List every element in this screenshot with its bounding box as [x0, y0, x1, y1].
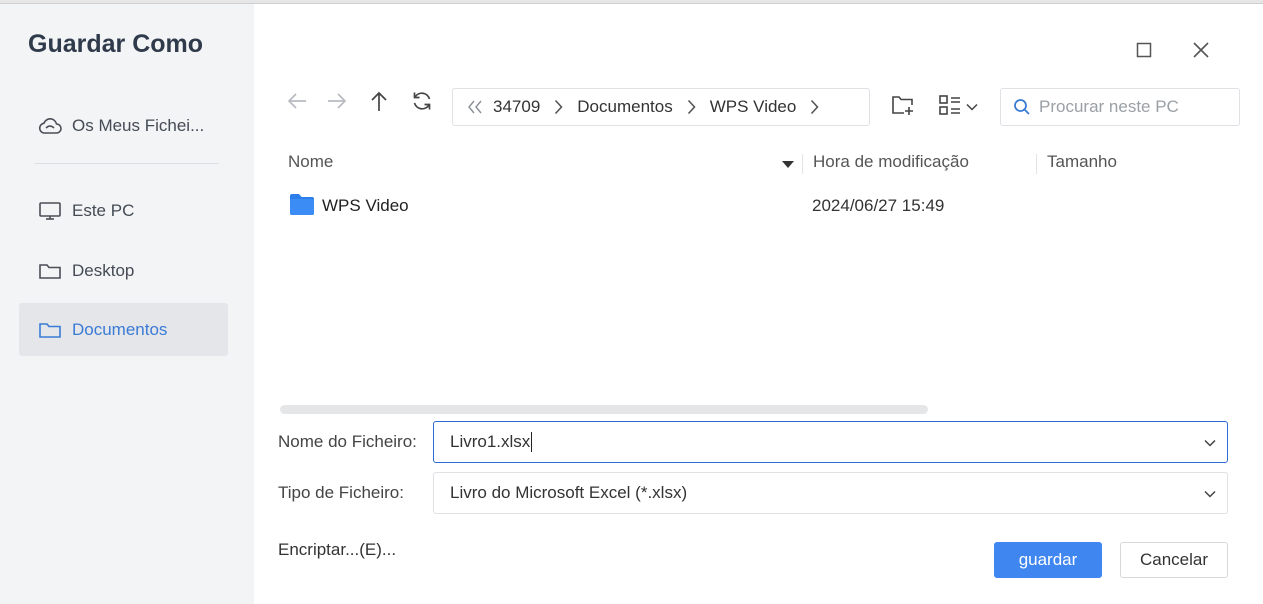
filetype-label: Tipo de Ficheiro:	[278, 483, 404, 502]
horizontal-scrollbar[interactable]	[280, 405, 928, 414]
chevron-right-icon[interactable]	[810, 99, 819, 115]
breadcrumb-item[interactable]: WPS Video	[710, 97, 797, 117]
column-divider[interactable]	[1036, 154, 1037, 174]
filetype-value: Livro do Microsoft Excel (*.xlsx)	[450, 483, 688, 502]
column-header-name[interactable]: Nome	[288, 152, 333, 172]
cloud-icon	[37, 115, 63, 137]
sidebar-item-label: Desktop	[72, 260, 135, 280]
cancel-button[interactable]: Cancelar	[1120, 542, 1228, 578]
chevron-down-icon[interactable]	[1203, 434, 1217, 452]
breadcrumb: 34709 Documentos WPS Video	[452, 88, 870, 126]
chevron-down-icon	[966, 103, 978, 111]
file-row[interactable]: WPS Video 2024/06/27 15:49	[280, 189, 1230, 223]
column-divider[interactable]	[802, 154, 803, 174]
maximize-button[interactable]	[1130, 38, 1158, 66]
sidebar-item-label: Os Meus Fichei...	[72, 115, 205, 135]
list-view-icon	[938, 94, 962, 121]
sidebar-divider	[35, 163, 219, 164]
filename-value[interactable]: Livro1.xlsx	[450, 432, 530, 452]
column-header-modified[interactable]: Hora de modificação	[813, 152, 969, 172]
sidebar-item-label: Este PC	[72, 200, 135, 220]
folder-icon	[37, 319, 63, 341]
folder-icon	[37, 260, 63, 282]
sidebar-item-this-pc[interactable]: Este PC	[19, 184, 228, 237]
search-box[interactable]	[1000, 88, 1240, 126]
sort-descending-icon[interactable]	[782, 156, 794, 174]
chevron-down-icon	[1203, 485, 1217, 503]
double-chevron-left-icon[interactable]	[467, 100, 483, 114]
filename-label: Nome do Ficheiro:	[278, 432, 417, 451]
dialog-title: Guardar Como	[28, 30, 204, 58]
sidebar-item-label: Documentos	[72, 319, 168, 339]
save-button[interactable]: guardar	[994, 542, 1102, 578]
refresh-icon	[411, 90, 433, 117]
breadcrumb-item[interactable]: Documentos	[577, 97, 672, 117]
search-input[interactable]	[1039, 97, 1229, 117]
sidebar-item-my-files[interactable]: Os Meus Fichei...	[19, 99, 228, 152]
file-modified: 2024/06/27 15:49	[812, 196, 945, 215]
folder-icon	[289, 193, 315, 216]
search-icon	[1013, 98, 1031, 116]
view-mode-button[interactable]	[934, 90, 982, 124]
encrypt-link[interactable]: Encriptar...(E)...	[278, 540, 396, 560]
sidebar-item-documents[interactable]: Documentos	[19, 303, 228, 356]
new-folder-button[interactable]	[888, 90, 918, 124]
arrow-right-icon	[326, 92, 348, 115]
text-caret	[531, 432, 533, 452]
forward-button[interactable]	[322, 88, 352, 118]
breadcrumb-item[interactable]: 34709	[493, 97, 540, 117]
close-icon	[1192, 41, 1210, 64]
file-name: WPS Video	[322, 196, 409, 215]
refresh-button[interactable]	[407, 88, 437, 118]
maximize-icon	[1136, 42, 1152, 63]
sidebar-item-desktop[interactable]: Desktop	[19, 244, 228, 297]
filetype-select[interactable]: Livro do Microsoft Excel (*.xlsx)	[433, 472, 1228, 514]
close-button[interactable]	[1187, 38, 1215, 66]
back-button[interactable]	[282, 88, 312, 118]
up-button[interactable]	[364, 88, 394, 118]
monitor-icon	[37, 200, 63, 222]
column-header-size[interactable]: Tamanho	[1047, 152, 1117, 172]
arrow-up-icon	[369, 90, 389, 117]
chevron-right-icon	[554, 99, 563, 115]
arrow-left-icon	[286, 92, 308, 115]
chevron-right-icon	[687, 99, 696, 115]
new-folder-icon	[891, 94, 915, 121]
filename-field[interactable]: Livro1.xlsx	[433, 421, 1228, 463]
